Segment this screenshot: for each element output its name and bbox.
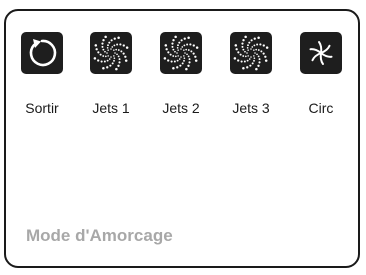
jets-2-button[interactable] [160,32,202,74]
jets-3-button[interactable] [230,32,272,74]
control-panel-screen: Sortir Jets 1 Jets 2 Jets 3 Circ Mode d'… [4,9,360,268]
jets-swirl-icon [93,35,129,71]
circ-button[interactable] [300,32,342,74]
jets-1-label: Jets 1 [92,100,130,116]
jets-2-label: Jets 2 [162,100,200,116]
jets-swirl-icon [163,35,199,71]
circ-label: Circ [308,100,334,116]
jets-1-button[interactable] [90,32,132,74]
circ-pump-icon [309,41,333,65]
sortir-button[interactable] [21,32,63,74]
sortir-label: Sortir [25,100,59,116]
jets-swirl-icon [233,35,269,71]
back-arrow-icon [29,39,57,67]
jets-3-label: Jets 3 [232,100,270,116]
mode-status-text: Mode d'Amorcage [26,226,173,245]
